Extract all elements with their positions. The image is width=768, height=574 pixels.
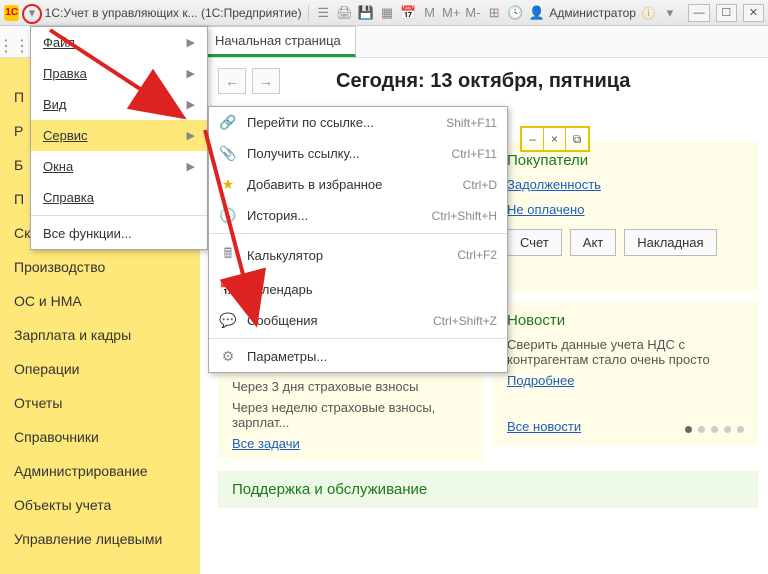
page-title: Сегодня: 13 октября, пятница xyxy=(336,70,630,93)
tasks-in3: Через 3 дня страховые взносы xyxy=(232,379,469,394)
news-all-link[interactable]: Все новости xyxy=(507,419,581,434)
submenu-parameters[interactable]: ⚙Параметры... xyxy=(209,341,507,372)
filter-bar: – × ⧉ xyxy=(520,126,590,152)
m-plus-icon[interactable]: M+ xyxy=(442,4,460,22)
calendar-icon[interactable]: 📅 xyxy=(400,4,417,22)
info-icon[interactable]: ⓘ xyxy=(640,4,657,22)
menu-all-functions[interactable]: Все функции... xyxy=(31,218,207,249)
menu-dropdown-icon[interactable]: ▾ xyxy=(23,4,40,22)
buyers-debt-link[interactable]: Задолженность xyxy=(507,177,744,192)
maximize-button[interactable]: ☐ xyxy=(716,4,737,22)
close-button[interactable]: ✕ xyxy=(743,4,764,22)
save-icon[interactable]: 💾 xyxy=(357,4,374,22)
dropdown-icon[interactable]: ▾ xyxy=(661,4,678,22)
window-title: 1С:Учет в управляющих к... (1С:Предприят… xyxy=(45,6,302,20)
buyers-unpaid-link[interactable]: Не оплачено xyxy=(507,202,744,217)
submenu-calculator[interactable]: 🖩КалькуляторCtrl+F2 xyxy=(209,236,507,274)
user-label: Администратор xyxy=(549,6,636,20)
sidebar-item[interactable]: Операции xyxy=(0,352,200,386)
act-button[interactable]: Акт xyxy=(570,229,616,256)
menu-windows[interactable]: Окна▶ xyxy=(31,151,207,182)
submenu-history[interactable]: 🕓История...Ctrl+Shift+H xyxy=(209,200,507,231)
tasks-all-link[interactable]: Все задачи xyxy=(232,436,469,451)
calendar-icon: 📅 xyxy=(219,281,237,298)
submenu-goto-link[interactable]: 🔗Перейти по ссылке...Shift+F11 xyxy=(209,107,507,138)
titlebar: 1C ▾ 1С:Учет в управляющих к... (1С:Пред… xyxy=(0,0,768,26)
filter-dash-button[interactable]: – xyxy=(522,128,544,150)
zoom-icon[interactable]: ⊞ xyxy=(486,4,503,22)
sidebar-item[interactable]: Зарплата и кадры xyxy=(0,318,200,352)
menu-file[interactable]: Файл▶ xyxy=(31,27,207,58)
sidebar-item[interactable]: Администрирование xyxy=(0,454,200,488)
news-panel: Новости Сверить данные учета НДС с контр… xyxy=(493,302,758,446)
tasks-inweek: Через неделю страховые взносы, зарплат..… xyxy=(232,400,469,430)
sidebar-item[interactable]: Объекты учета xyxy=(0,488,200,522)
bill-button[interactable]: Счет xyxy=(507,229,562,256)
clip-icon: 📎 xyxy=(219,145,237,162)
messages-icon: 💬 xyxy=(219,312,237,329)
main-menu: Файл▶ Правка▶ Вид▶ Сервис▶ Окна▶ Справка… xyxy=(30,26,208,250)
star-icon: ★ xyxy=(219,176,237,193)
submenu-messages[interactable]: 💬СообщенияCtrl+Shift+Z xyxy=(209,305,507,336)
menu-edit[interactable]: Правка▶ xyxy=(31,58,207,89)
gear-icon: ⚙ xyxy=(219,348,237,365)
menu-view[interactable]: Вид▶ xyxy=(31,89,207,120)
nav-back-button[interactable]: ← xyxy=(218,68,246,94)
sidebar-item[interactable]: ОС и НМА xyxy=(0,284,200,318)
news-pagination[interactable] xyxy=(685,426,744,433)
news-body: Сверить данные учета НДС с контрагентам … xyxy=(507,337,744,367)
history-icon: 🕓 xyxy=(219,207,237,224)
submenu-calendar[interactable]: 📅Календарь xyxy=(209,274,507,305)
m-minus-icon[interactable]: M- xyxy=(464,4,481,22)
calculator-icon: 🖩 xyxy=(219,243,237,267)
support-panel: Поддержка и обслуживание xyxy=(218,471,758,508)
menu-help[interactable]: Справка xyxy=(31,182,207,213)
table-icon[interactable]: ▦ xyxy=(378,4,395,22)
toolbar-icon[interactable]: ☰ xyxy=(315,4,332,22)
news-more-link[interactable]: Подробнее xyxy=(507,373,744,388)
link-icon: 🔗 xyxy=(219,114,237,131)
sidebar-item[interactable]: Производство xyxy=(0,250,200,284)
user-icon[interactable]: 👤 xyxy=(528,4,545,22)
filter-expand-button[interactable]: ⧉ xyxy=(566,128,588,150)
submenu-get-link[interactable]: 📎Получить ссылку...Ctrl+F11 xyxy=(209,138,507,169)
nav-forward-button[interactable]: → xyxy=(252,68,280,94)
app-icon[interactable]: 1C xyxy=(4,5,19,21)
filter-close-button[interactable]: × xyxy=(544,128,566,150)
minimize-button[interactable]: — xyxy=(688,4,709,22)
service-submenu: 🔗Перейти по ссылке...Shift+F11 📎Получить… xyxy=(208,106,508,373)
invoice-button[interactable]: Накладная xyxy=(624,229,716,256)
sidebar-item[interactable]: Управление лицевыми xyxy=(0,522,200,556)
m-icon[interactable]: M xyxy=(421,4,438,22)
tab-start-page[interactable]: Начальная страница xyxy=(200,26,356,57)
sidebar-item[interactable]: Справочники xyxy=(0,420,200,454)
submenu-favorite[interactable]: ★Добавить в избранноеCtrl+D xyxy=(209,169,507,200)
menu-service[interactable]: Сервис▶ xyxy=(31,120,207,151)
sidebar-item[interactable]: Отчеты xyxy=(0,386,200,420)
news-title: Новости xyxy=(507,312,744,329)
clock-icon[interactable]: 🕓 xyxy=(507,4,524,22)
buyers-title: Покупатели xyxy=(507,152,744,169)
buyers-panel: Покупатели Задолженность Не оплачено Сче… xyxy=(493,142,758,292)
print-icon[interactable]: 🖨 xyxy=(336,4,353,22)
